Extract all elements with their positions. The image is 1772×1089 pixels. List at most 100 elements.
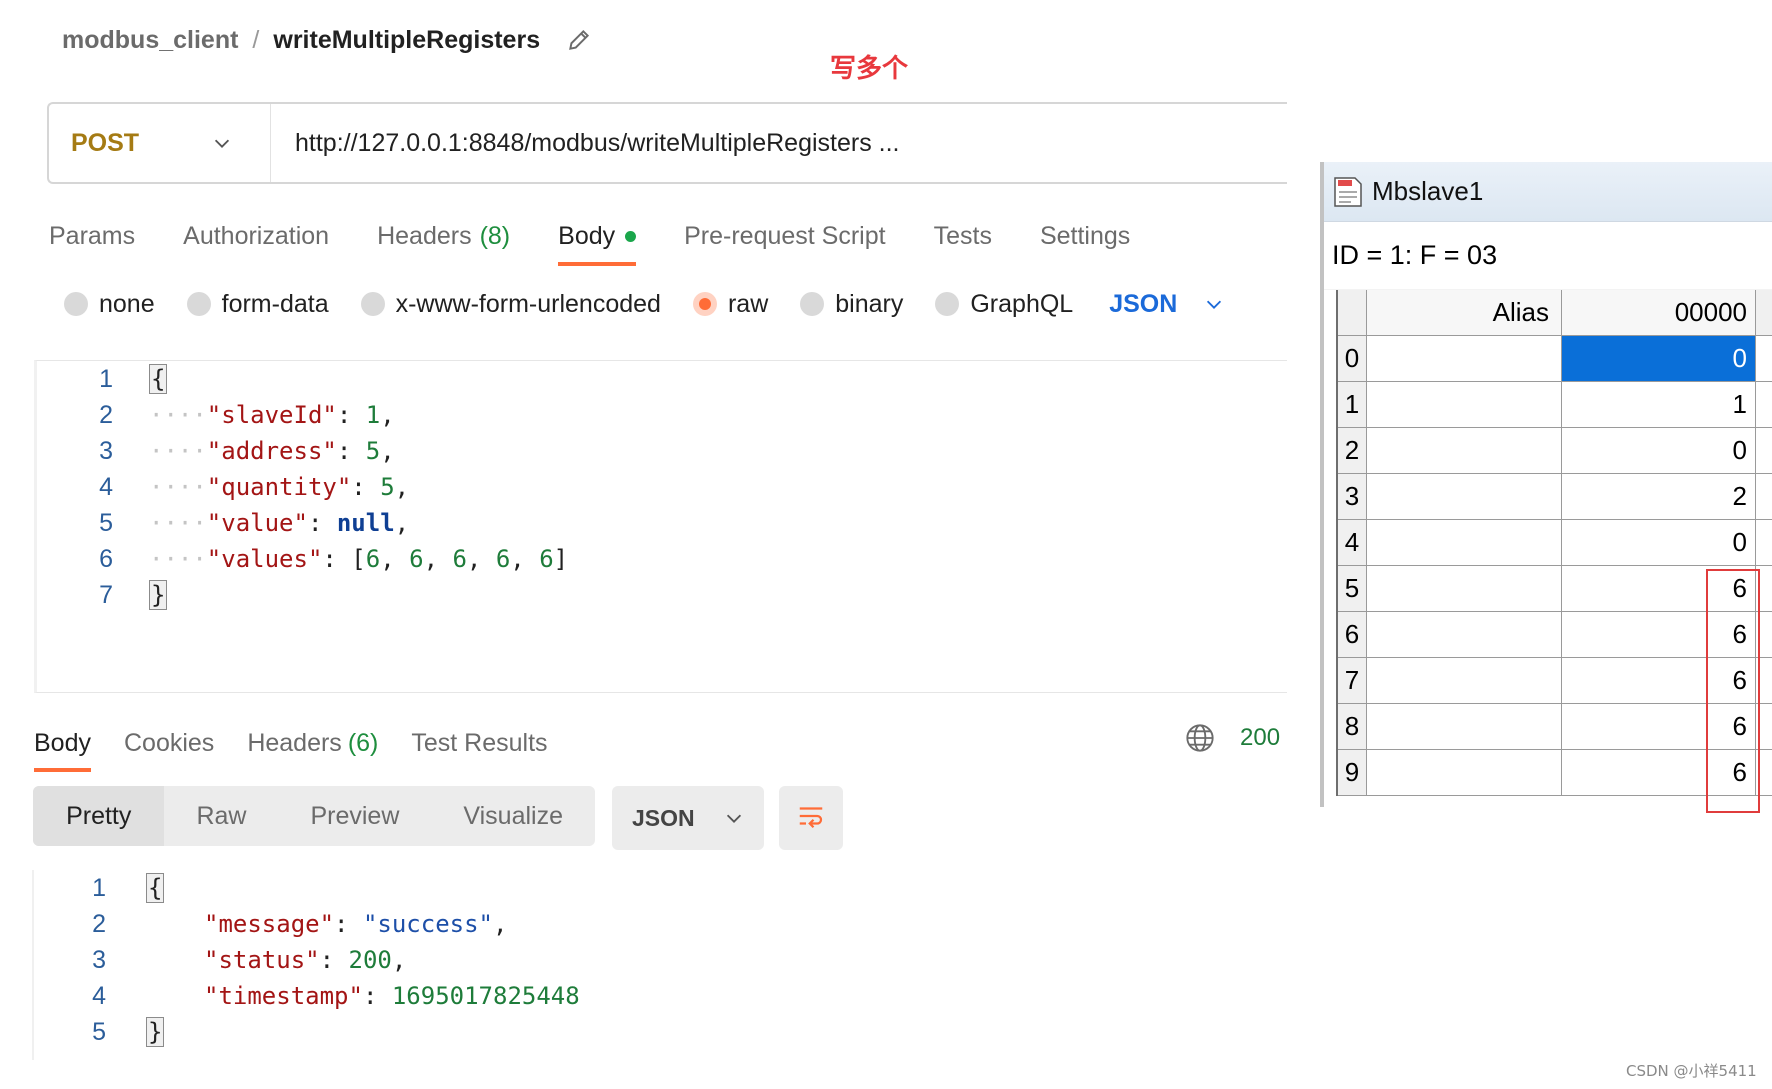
radio-none[interactable]: none <box>64 290 155 319</box>
code-line: 5 ····"value": null, <box>37 505 409 541</box>
table-header: Alias 00000 <box>1338 290 1772 336</box>
json-number: 6 <box>409 545 424 573</box>
tab-tests[interactable]: Tests <box>934 210 992 262</box>
view-visualize-button[interactable]: Visualize <box>431 786 595 846</box>
line-number: 2 <box>92 909 106 938</box>
method-select[interactable]: POST <box>49 104 271 182</box>
alias-cell[interactable] <box>1367 382 1562 427</box>
row-index: 9 <box>1338 750 1367 795</box>
response-body-viewer[interactable]: 1 { 2 "message": "success", 3 "status": … <box>32 870 1132 1060</box>
radio-circle <box>800 292 825 316</box>
header-address[interactable]: 00000 <box>1562 290 1756 335</box>
value-cell[interactable]: 0 <box>1562 520 1756 565</box>
tab-headers[interactable]: Headers (8) <box>377 210 510 262</box>
url-input[interactable]: http://127.0.0.1:8848/modbus/writeMultip… <box>271 129 1287 158</box>
radio-graphql[interactable]: GraphQL <box>935 290 1073 319</box>
alias-cell[interactable] <box>1367 750 1562 795</box>
tab-body[interactable]: Body <box>558 210 637 266</box>
code-line: 1 { <box>37 361 168 397</box>
json-number: 6 <box>539 545 554 573</box>
radio-urlencoded[interactable]: x-www-form-urlencoded <box>360 290 661 319</box>
line-number: 4 <box>92 981 106 1010</box>
row-index: 8 <box>1338 704 1367 749</box>
line-number: 3 <box>99 436 113 465</box>
res-tab-body[interactable]: Body <box>34 718 91 772</box>
alias-cell[interactable] <box>1367 704 1562 749</box>
headers-count: (8) <box>479 221 511 250</box>
close-brace: } <box>146 1017 165 1047</box>
indent-dots: ···· <box>149 401 207 429</box>
value-cell[interactable]: 1 <box>1562 382 1756 427</box>
request-tabs: Params Authorization Headers (8) Body Pre… <box>49 210 1178 266</box>
value-cell[interactable]: 0 <box>1562 336 1756 381</box>
alias-cell[interactable] <box>1367 612 1562 657</box>
tab-params[interactable]: Params <box>49 210 135 262</box>
radio-none-label: none <box>99 289 155 318</box>
method-label: POST <box>71 128 140 157</box>
raw-format-label: JSON <box>1109 289 1178 318</box>
json-key: "timestamp" <box>204 982 363 1010</box>
mbslave-titlebar[interactable]: Mbslave1 <box>1324 162 1772 222</box>
radio-circle <box>360 292 385 316</box>
body-indicator-dot <box>625 230 637 242</box>
json-key: "message" <box>204 910 335 938</box>
header-alias[interactable]: Alias <box>1367 290 1562 335</box>
res-tab-cookies[interactable]: Cookies <box>124 718 214 768</box>
tab-prerequest-script[interactable]: Pre-request Script <box>684 210 885 262</box>
globe-icon[interactable] <box>1184 722 1216 754</box>
tab-settings-label: Settings <box>1039 221 1131 250</box>
close-brace: } <box>149 580 168 610</box>
json-key: "values" <box>206 545 323 573</box>
view-pretty-button[interactable]: Pretty <box>33 786 165 846</box>
row-index: 3 <box>1338 474 1367 519</box>
alias-cell[interactable] <box>1367 474 1562 519</box>
highlight-annotation-box <box>1706 569 1760 813</box>
value-cell[interactable]: 2 <box>1562 474 1756 519</box>
alias-cell[interactable] <box>1367 566 1562 611</box>
code-line: 5 } <box>34 1014 165 1050</box>
tab-authorization[interactable]: Authorization <box>183 210 329 262</box>
view-raw-button[interactable]: Raw <box>164 786 278 846</box>
watermark: CSDN @小祥5411 <box>1626 1062 1757 1080</box>
breadcrumb-request-name[interactable]: writeMultipleRegisters <box>273 26 540 55</box>
alias-cell[interactable] <box>1367 520 1562 565</box>
table-row: 4 0 <box>1338 520 1772 566</box>
response-format-select[interactable]: JSON <box>612 786 764 850</box>
radio-binary[interactable]: binary <box>800 290 903 319</box>
alias-cell[interactable] <box>1367 336 1562 381</box>
tab-settings[interactable]: Settings <box>1040 210 1130 262</box>
status-code[interactable]: 200 <box>1240 722 1280 754</box>
code-line: 7 } <box>37 577 168 613</box>
row-index: 6 <box>1338 612 1367 657</box>
radio-form-data[interactable]: form-data <box>186 290 329 319</box>
row-index: 1 <box>1338 382 1367 427</box>
line-number: 2 <box>99 400 113 429</box>
mbslave-info: ID = 1: F = 03 <box>1324 222 1772 290</box>
alias-cell[interactable] <box>1367 658 1562 703</box>
header-corner <box>1338 290 1367 335</box>
res-tab-test-results[interactable]: Test Results <box>411 718 547 768</box>
json-null: null <box>336 509 395 537</box>
tab-body-label: Body <box>558 221 616 250</box>
wrap-lines-button[interactable] <box>779 786 843 850</box>
indent-dots: ···· <box>149 509 207 537</box>
res-tab-headers[interactable]: Headers (6) <box>247 718 378 768</box>
json-number: 1 <box>365 401 381 429</box>
table-row: 3 2 <box>1338 474 1772 520</box>
radio-circle <box>64 292 88 316</box>
request-body-editor[interactable]: 1 { 2 ····"slaveId": 1, 3 ····"address":… <box>34 360 1287 693</box>
value-cell[interactable]: 0 <box>1562 428 1756 473</box>
pencil-icon[interactable] <box>566 27 592 53</box>
json-number: 5 <box>380 473 395 501</box>
code-line: 2 ····"slaveId": 1, <box>37 397 395 433</box>
table-row: 1 1 <box>1338 382 1772 428</box>
alias-cell[interactable] <box>1367 428 1562 473</box>
raw-format-select[interactable]: JSON <box>1109 290 1225 319</box>
response-format-label: JSON <box>632 804 695 831</box>
radio-circle-selected <box>692 292 717 316</box>
breadcrumb-collection[interactable]: modbus_client <box>62 26 238 55</box>
row-index: 4 <box>1338 520 1367 565</box>
tab-params-label: Params <box>49 221 136 250</box>
view-preview-button[interactable]: Preview <box>278 786 431 846</box>
radio-raw[interactable]: raw <box>692 290 768 319</box>
